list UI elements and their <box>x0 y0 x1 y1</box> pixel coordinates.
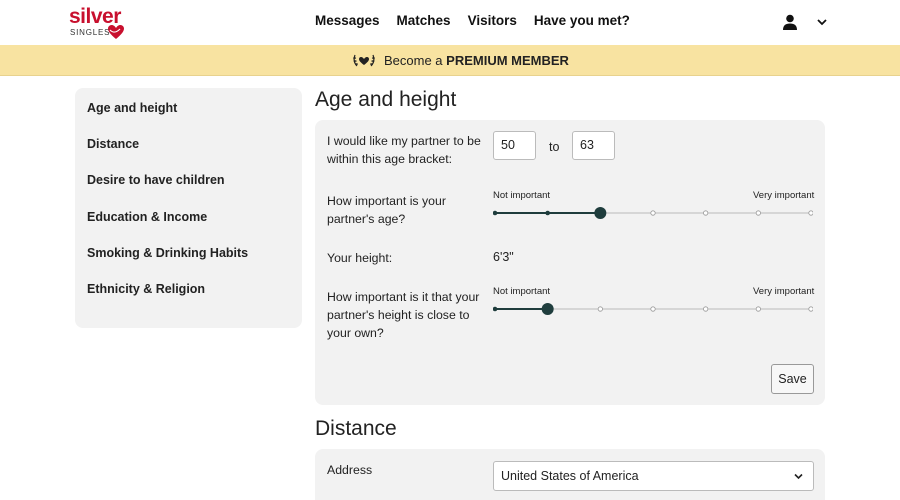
address-label: Address <box>327 463 373 477</box>
age-scale-high: Very important <box>753 190 815 201</box>
slider-step <box>703 306 709 312</box>
slider-step <box>493 210 498 216</box>
preferences-sidebar: Age and height Distance Desire to have c… <box>75 88 302 328</box>
save-button[interactable]: Save <box>771 364 814 394</box>
slider-step <box>650 306 656 312</box>
age-importance-label: How important is your partner's age? <box>327 194 446 226</box>
sidebar-item-education-income[interactable]: Education & Income <box>75 210 302 246</box>
height-importance-slider[interactable] <box>493 302 813 316</box>
slider-step <box>755 306 761 312</box>
height-scale-low: Not important <box>493 286 551 297</box>
user-icon[interactable] <box>782 14 798 30</box>
slider-step <box>650 210 656 216</box>
nav-messages[interactable]: Messages <box>315 13 380 28</box>
age-to-text: to <box>549 140 560 154</box>
nav-have-you-met[interactable]: Have you met? <box>534 13 630 28</box>
premium-banner-content: Become a PREMIUM MEMBER <box>352 52 569 68</box>
chevron-down-icon <box>794 473 803 480</box>
sidebar-item-distance[interactable]: Distance <box>75 137 302 173</box>
slider-step <box>703 210 709 216</box>
height-scale-high: Very important <box>753 286 815 297</box>
slider-step <box>493 306 498 312</box>
slider-step <box>808 306 813 312</box>
age-height-title: Age and height <box>315 88 457 111</box>
slider-step <box>808 210 813 216</box>
distance-card: Address United States of America <box>315 449 825 500</box>
main-nav: Messages Matches Visitors Have you met? <box>315 13 630 28</box>
nav-visitors[interactable]: Visitors <box>468 13 517 28</box>
top-header: silver SINGLES Messages Matches Visitors… <box>0 0 900 45</box>
address-value: United States of America <box>501 469 639 483</box>
sidebar-item-smoking-drinking[interactable]: Smoking & Drinking Habits <box>75 246 302 282</box>
sidebar-item-children[interactable]: Desire to have children <box>75 173 302 209</box>
distance-title: Distance <box>315 417 397 440</box>
nav-matches[interactable]: Matches <box>397 13 451 28</box>
slider-step <box>597 306 603 312</box>
banner-text: Become a PREMIUM MEMBER <box>384 52 569 68</box>
height-value: 6'3" <box>493 250 514 264</box>
height-label: Your height: <box>327 251 393 265</box>
age-bracket-label: I would like my partner to be within thi… <box>327 134 481 166</box>
premium-banner[interactable]: Become a PREMIUM MEMBER <box>0 45 900 76</box>
height-importance-label: How important is it that your partner's … <box>327 290 480 340</box>
logo-subtitle: SINGLES <box>70 28 111 37</box>
silver-singles-logo[interactable]: silver SINGLES <box>69 5 129 41</box>
chevron-down-icon[interactable] <box>816 16 828 28</box>
age-importance-slider[interactable] <box>493 206 813 220</box>
age-scale-low: Not important <box>493 190 551 201</box>
slider-handle[interactable] <box>541 303 554 315</box>
address-select[interactable]: United States of America <box>493 461 814 491</box>
slider-step <box>755 210 761 216</box>
age-max-input[interactable]: 63 <box>572 131 615 160</box>
slider-step <box>545 210 550 216</box>
sidebar-item-ethnicity-religion[interactable]: Ethnicity & Religion <box>75 282 302 318</box>
heart-icon <box>108 25 124 39</box>
slider-handle[interactable] <box>594 207 607 219</box>
age-min-input[interactable]: 50 <box>493 131 536 160</box>
sidebar-item-age-height[interactable]: Age and height <box>75 101 302 137</box>
age-height-card: I would like my partner to be within thi… <box>315 120 825 405</box>
laurel-heart-icon <box>353 54 375 67</box>
